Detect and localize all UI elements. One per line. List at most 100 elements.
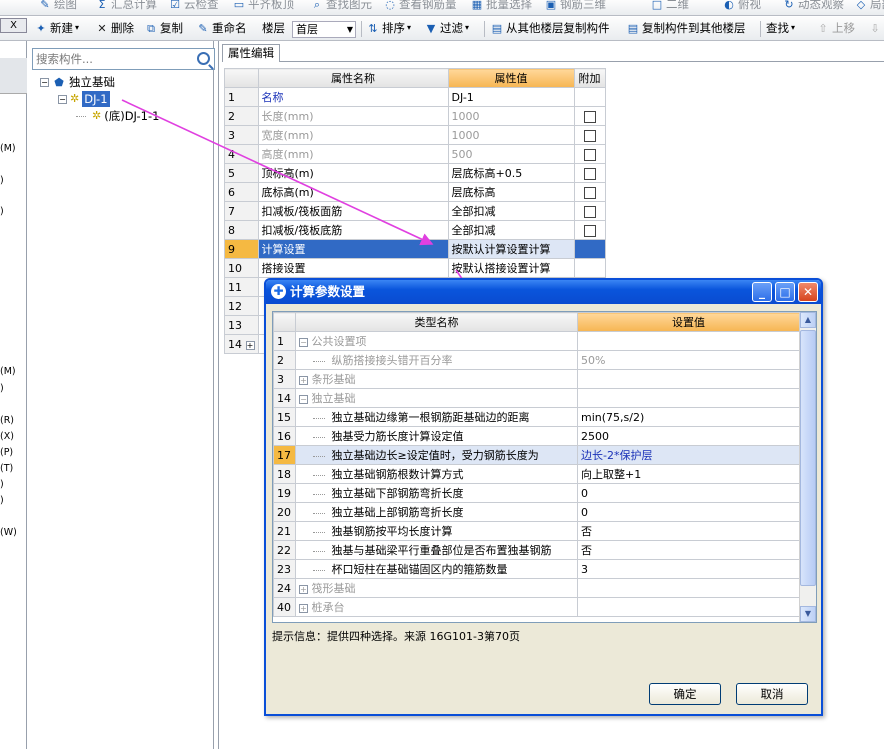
cancel-button[interactable]: 取消	[736, 683, 808, 705]
setting-value[interactable]	[577, 597, 800, 617]
table-row[interactable]: 1− 公共设置项	[273, 331, 800, 351]
top-view-button[interactable]: ◐ 俯视	[722, 0, 761, 13]
table-row[interactable]: 2 纵筋搭接接头错开百分率 50%	[273, 350, 800, 370]
setting-value[interactable]: 边长-2*保护层	[577, 445, 800, 465]
extra-checkbox[interactable]	[583, 186, 596, 199]
table-row[interactable]: 1 名称 DJ-1	[224, 87, 606, 107]
table-row[interactable]: 21 独基钢筋按平均长度计算否	[273, 521, 800, 541]
extra-checkbox[interactable]	[583, 110, 596, 123]
setting-value[interactable]: 否	[577, 521, 800, 541]
collapse-icon[interactable]: −	[299, 338, 308, 347]
floor-select[interactable]: 首层 ▼	[292, 21, 356, 38]
delete-button[interactable]: ✕ 删除	[95, 19, 134, 37]
sort-button[interactable]: ⇅ 排序 ▾	[366, 19, 411, 37]
scroll-thumb[interactable]	[800, 330, 816, 586]
table-row[interactable]: 16 独基受力筋长度计算设定值 2500	[273, 426, 800, 446]
property-value[interactable]: 1000	[447, 106, 575, 126]
setting-value[interactable]	[577, 331, 800, 351]
new-button[interactable]: ✦ 新建 ▾	[34, 19, 79, 37]
extra-checkbox[interactable]	[583, 167, 596, 180]
maximize-icon[interactable]: □	[775, 282, 795, 302]
dialog-title-bar[interactable]: ✚ 计算参数设置 _ □ ✕	[266, 280, 821, 304]
collapse-icon[interactable]: −	[299, 395, 308, 404]
property-value[interactable]: 1000	[447, 125, 575, 145]
tab-property-edit[interactable]: 属性编辑	[222, 44, 280, 62]
ok-button[interactable]: 确定	[649, 683, 721, 705]
property-value[interactable]: 层底标高+0.5	[447, 163, 575, 183]
table-row[interactable]: 40 + 桩承台	[273, 597, 800, 617]
property-value[interactable]: 全部扣减	[447, 220, 575, 240]
expand-icon[interactable]: +	[299, 585, 308, 594]
collapse-icon[interactable]: −	[58, 94, 67, 104]
property-value[interactable]: 按默认搭接设置计算	[447, 258, 575, 278]
table-row[interactable]: 19 独立基础下部钢筋弯折长度 0	[273, 483, 800, 503]
align-top-button[interactable]: ▭ 平齐板顶	[232, 0, 294, 13]
rebar-3d-button[interactable]: ▣ 钢筋三维	[544, 0, 606, 13]
property-value[interactable]: 500	[447, 144, 575, 164]
setting-value[interactable]: 0	[577, 483, 800, 503]
table-row[interactable]: 5 顶标高(m) 层底标高+0.5	[224, 163, 606, 183]
table-row[interactable]: 24 + 筏形基础	[273, 578, 800, 598]
table-row[interactable]: 15 独立基础边缘第一根钢筋距基础边的距离 min(75,s/2)	[273, 407, 800, 427]
copy-to-floor-button[interactable]: ▤ 复制构件到其他楼层	[626, 19, 746, 37]
table-row[interactable]: 20 独立基础上部钢筋弯折长度 0	[273, 502, 800, 522]
table-row[interactable]: 14− 独立基础	[273, 388, 800, 408]
find-button[interactable]: 查找 ▾	[766, 19, 795, 37]
find-element-button[interactable]: ⌕ 查找图元	[310, 0, 372, 13]
copy-from-floor-button[interactable]: ▤ 从其他楼层复制构件	[490, 19, 610, 37]
expand-icon[interactable]: +	[299, 604, 308, 613]
move-down-button[interactable]: ⇩	[868, 19, 882, 37]
vertical-scrollbar[interactable]: ▲ ▼	[799, 312, 816, 622]
table-row[interactable]: 3 + 条形基础	[273, 369, 800, 389]
extra-checkbox[interactable]	[583, 129, 596, 142]
summary-calc-button[interactable]: Σ 汇总计算	[95, 0, 157, 13]
batch-select-button[interactable]: ▦ 批量选择	[470, 0, 532, 13]
property-value[interactable]: 按默认计算设置计算	[447, 239, 575, 259]
table-row[interactable]: 3 宽度(mm) 1000	[224, 125, 606, 145]
property-value[interactable]: DJ-1	[447, 87, 575, 107]
table-row[interactable]: 10 搭接设置 按默认搭接设置计算	[224, 258, 606, 278]
scroll-down-icon[interactable]: ▼	[800, 606, 816, 622]
draw-button[interactable]: ✎ 绘图	[38, 0, 77, 13]
dynamic-view-button[interactable]: ↻ 动态观察	[782, 0, 844, 13]
minimize-icon[interactable]: _	[752, 282, 772, 302]
tree-node-dj1[interactable]: − ✲ DJ-1	[58, 91, 110, 107]
setting-value[interactable]: 3	[577, 559, 800, 579]
search-icon[interactable]	[197, 52, 210, 65]
table-row[interactable]: 22 独基与基础梁平行重叠部位是否布置独基钢筋否	[273, 540, 800, 560]
table-row[interactable]: 8 扣减板/筏板底筋 全部扣减	[224, 220, 606, 240]
table-row[interactable]: 7 扣减板/筏板面筋 全部扣减	[224, 201, 606, 221]
table-row[interactable]: 18 独立基础钢筋根数计算方式 向上取整+1	[273, 464, 800, 484]
tree-node-root[interactable]: − ⬟ 独立基础	[40, 74, 115, 90]
close-icon[interactable]: ✕	[798, 282, 818, 302]
table-row[interactable]: 6 底标高(m) 层底标高	[224, 182, 606, 202]
scroll-up-icon[interactable]: ▲	[800, 312, 816, 328]
table-row[interactable]: 17 独立基础边长≥设定值时，受力钢筋长度为 边长-2*保护层	[273, 445, 800, 465]
setting-value[interactable]: min(75,s/2)	[577, 407, 800, 427]
property-value[interactable]: 全部扣减	[447, 201, 575, 221]
move-up-button[interactable]: ⇧ 上移	[816, 19, 855, 37]
expand-icon[interactable]: +	[245, 340, 255, 350]
expand-icon[interactable]: +	[299, 376, 308, 385]
table-row[interactable]: 9 计算设置 按默认计算设置计算	[224, 239, 606, 259]
setting-value[interactable]	[577, 369, 800, 389]
local-view-button[interactable]: ◇局部	[854, 0, 884, 13]
cloud-check-button[interactable]: ☑ 云检查	[168, 0, 218, 13]
setting-value[interactable]	[577, 388, 800, 408]
setting-value[interactable]	[577, 578, 800, 598]
filter-button[interactable]: ▼ 过滤 ▾	[424, 19, 469, 37]
copy-button[interactable]: ⧉ 复制	[144, 19, 183, 37]
rename-button[interactable]: ✎ 重命名	[196, 19, 246, 37]
setting-value[interactable]: 2500	[577, 426, 800, 446]
view-rebar-button[interactable]: ◌ 查看钢筋量	[383, 0, 456, 13]
table-row[interactable]: 4 高度(mm) 500	[224, 144, 606, 164]
close-panel-button[interactable]: X	[0, 18, 27, 33]
table-row[interactable]: 23 杯口短柱在基础锚固区内的箍筋数量 3	[273, 559, 800, 579]
property-value[interactable]: 层底标高	[447, 182, 575, 202]
setting-value[interactable]: 0	[577, 502, 800, 522]
extra-checkbox[interactable]	[583, 205, 596, 218]
extra-checkbox[interactable]	[583, 224, 596, 237]
table-row[interactable]: 2 长度(mm) 1000	[224, 106, 606, 126]
setting-value[interactable]: 否	[577, 540, 800, 560]
collapse-icon[interactable]: −	[40, 77, 49, 87]
